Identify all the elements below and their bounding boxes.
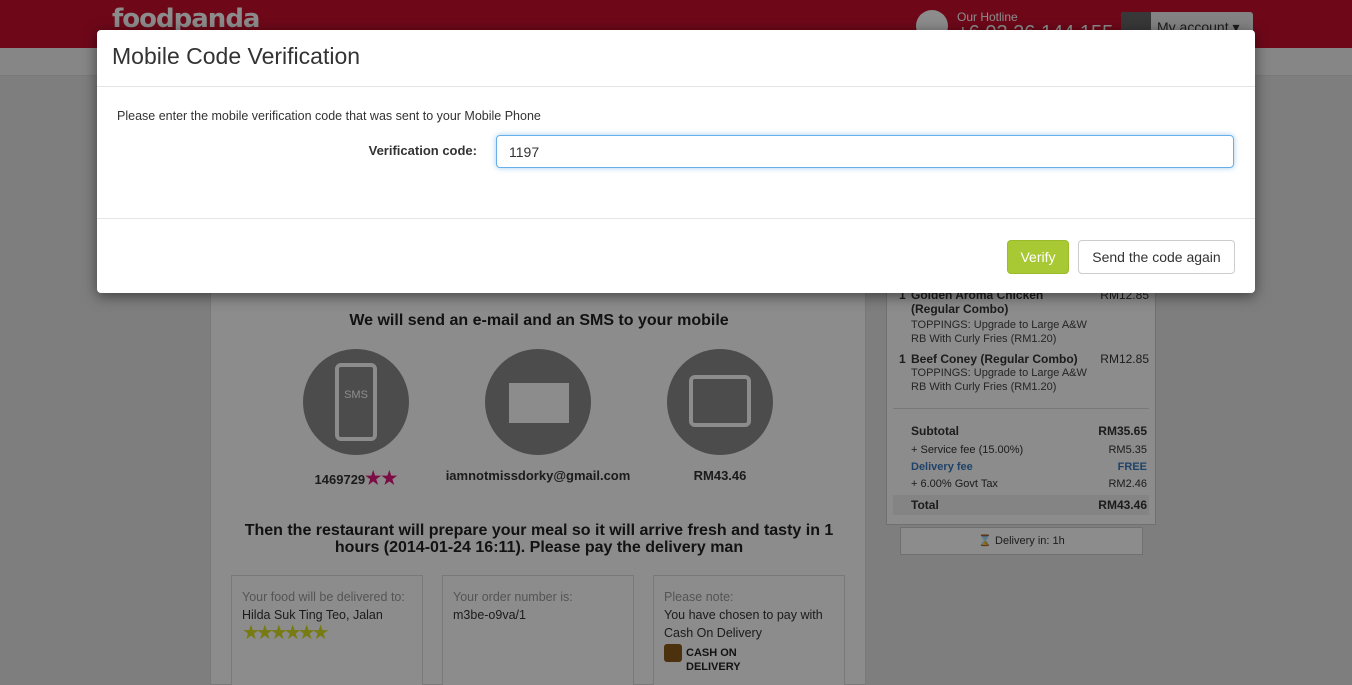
modal-header: Mobile Code Verification <box>97 30 1255 87</box>
instruction-text: Please enter the mobile verification cod… <box>117 109 541 123</box>
modal-footer: Verify Send the code again <box>97 218 1255 293</box>
resend-code-button[interactable]: Send the code again <box>1078 240 1235 274</box>
verification-modal: Mobile Code Verification Please enter th… <box>97 30 1255 293</box>
verification-code-label: Verification code: <box>368 143 477 158</box>
verify-button[interactable]: Verify <box>1007 240 1069 274</box>
modal-title: Mobile Code Verification <box>112 43 361 69</box>
verification-code-input[interactable] <box>496 135 1234 168</box>
